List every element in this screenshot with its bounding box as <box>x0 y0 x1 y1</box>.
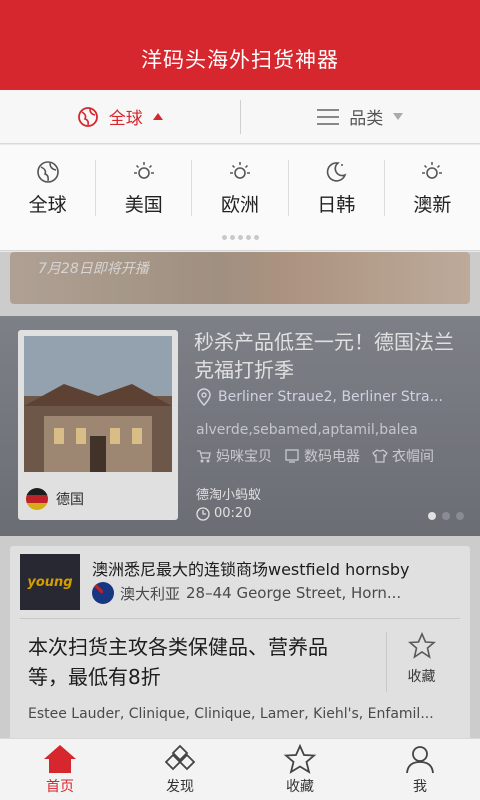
location-pin-icon <box>197 388 211 406</box>
region-option-us[interactable]: 美国 <box>96 160 191 217</box>
sale-brands: alverde,sebamed,aptamil,balea <box>196 422 418 438</box>
sale-categories: 妈咪宝贝 数码电器 衣帽间 <box>196 446 434 466</box>
region-option-europe[interactable]: 欧洲 <box>192 160 287 217</box>
clock-icon <box>196 506 210 521</box>
live-banner[interactable]: 7月28日即将开播 <box>10 252 470 304</box>
mall-address: 28–44 George Street, Horn... <box>186 584 402 602</box>
mall-location: 澳大利亚 28–44 George Street, Horn... <box>92 582 464 604</box>
sale-title: 秒杀产品低至一元！德国法兰克福打折季 <box>194 330 454 382</box>
category-tag: 数码电器 <box>284 446 360 466</box>
category-filter-label: 品类 <box>349 109 384 129</box>
nav-favorites[interactable]: 收藏 <box>240 739 360 800</box>
mall-logo: young <box>20 554 80 610</box>
sale-card[interactable]: 德国 秒杀产品低至一元！德国法兰克福打折季 Berliner Straue2, … <box>0 316 480 536</box>
banner-text: 7月28日即将开播 <box>38 261 149 277</box>
category-tag: 衣帽间 <box>372 446 434 466</box>
region-option-label: 欧洲 <box>221 193 260 216</box>
region-filter-label: 全球 <box>108 109 143 129</box>
menu-icon <box>317 108 340 125</box>
sale-time: 00:20 <box>196 506 251 521</box>
globe-icon <box>77 106 98 127</box>
app-title: 洋码头海外扫货神器 <box>0 28 480 90</box>
sale-country-label: 德国 <box>56 492 84 508</box>
discover-icon <box>164 744 196 770</box>
sun-icon <box>422 161 443 179</box>
star-icon <box>407 632 436 659</box>
sun-icon <box>133 161 154 179</box>
caret-up-icon <box>152 113 163 120</box>
dropdown-drag-handle[interactable] <box>214 235 266 245</box>
region-option-label: 全球 <box>28 193 67 216</box>
favorite-button[interactable]: 收藏 <box>386 632 456 692</box>
region-option-global[interactable]: 全球 <box>0 160 95 217</box>
sun-icon <box>230 161 250 179</box>
nav-label: 我 <box>413 778 427 795</box>
region-dropdown: 全球 美国 欧洲 日韩 澳新 <box>0 145 480 251</box>
nav-discover[interactable]: 发现 <box>120 739 240 800</box>
region-option-label: 澳新 <box>413 193 452 216</box>
home-icon <box>44 744 76 773</box>
mall-card[interactable]: young 澳洲悉尼最大的连锁商场westfield hornsby 澳大利亚 … <box>10 546 470 738</box>
region-option-aus-nz[interactable]: 澳新 <box>385 160 480 217</box>
region-filter-button[interactable]: 全球 <box>0 90 240 143</box>
caret-down-icon <box>393 113 404 120</box>
star-icon <box>283 743 317 774</box>
store-photo: 德国 <box>18 330 178 520</box>
favorite-label: 收藏 <box>407 669 436 685</box>
category-filter-button[interactable]: 品类 <box>241 90 480 143</box>
sale-address-text: Berliner Straue2, Berliner Stra... <box>218 389 443 405</box>
mall-description: 本次扫货主攻各类保健品、营养品等，最低有8折 <box>28 635 328 689</box>
sale-country: 德国 <box>26 488 84 510</box>
nav-label: 发现 <box>166 778 194 795</box>
region-option-label: 美国 <box>124 193 163 216</box>
mall-name: 澳洲悉尼最大的连锁商场westfield hornsby <box>92 560 410 579</box>
filter-bar: 全球 品类 <box>0 90 480 144</box>
bottom-nav: 首页 发现 收藏 我 <box>0 738 480 800</box>
region-option-japan-korea[interactable]: 日韩 <box>289 160 384 217</box>
moon-icon <box>327 161 347 182</box>
nav-me[interactable]: 我 <box>360 739 480 800</box>
nav-label: 首页 <box>46 778 74 795</box>
mall-brands: Estee Lauder, Clinique, Clinique, Lamer,… <box>28 706 434 722</box>
feed: 7月28日即将开播 德国 秒杀产品低至一元！德国法兰克福打折季 Berliner… <box>0 252 480 738</box>
sale-address: Berliner Straue2, Berliner Stra... <box>196 388 462 406</box>
user-icon <box>406 745 434 773</box>
status-bar <box>0 0 480 28</box>
sale-author: 德淘小蚂蚁 <box>196 488 262 503</box>
germany-flag-icon <box>26 488 48 510</box>
nav-label: 收藏 <box>286 778 314 795</box>
globe-icon <box>36 160 59 183</box>
sale-time-text: 00:20 <box>214 506 252 521</box>
carousel-dots[interactable] <box>428 512 464 520</box>
australia-flag-icon <box>92 582 114 604</box>
mall-country: 澳大利亚 <box>120 584 181 603</box>
clothes-icon <box>372 449 388 463</box>
stroller-icon <box>197 450 211 463</box>
region-option-label: 日韩 <box>317 193 356 216</box>
divider <box>20 618 460 619</box>
nav-home[interactable]: 首页 <box>0 739 120 800</box>
device-icon <box>285 449 299 463</box>
category-tag: 妈咪宝贝 <box>196 446 272 466</box>
building-image <box>24 336 172 472</box>
